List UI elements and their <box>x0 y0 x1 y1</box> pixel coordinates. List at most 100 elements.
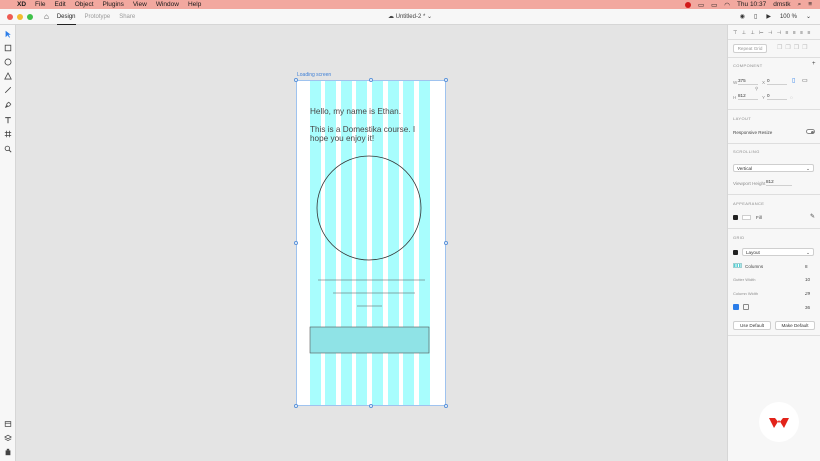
scroll-type-select[interactable]: Vertical ⌄ <box>733 164 814 172</box>
columns-label: Columns <box>745 264 764 269</box>
viewport-height-field[interactable]: 812 <box>766 178 792 186</box>
align-center-icon[interactable]: ⊣ <box>768 30 772 36</box>
align-top-icon[interactable]: ⊤ <box>733 30 737 36</box>
resize-handle-top[interactable] <box>369 78 373 82</box>
clock[interactable]: Thu 10:37 <box>737 1 766 8</box>
app-menu[interactable]: XD <box>17 1 26 8</box>
align-middle-icon[interactable]: ⊥ <box>742 30 746 36</box>
use-default-button[interactable]: Use Default <box>733 321 771 330</box>
resize-handle-right[interactable] <box>444 241 448 245</box>
tab-prototype[interactable]: Prototype <box>85 9 111 25</box>
artboard-loading-screen[interactable]: Hello, my name is Ethan. This is a Domes… <box>296 80 446 406</box>
spotlight-icon[interactable]: ⌕ <box>798 1 802 9</box>
tab-share[interactable]: Share <box>119 9 135 25</box>
menu-help[interactable]: Help <box>188 1 201 8</box>
tab-design[interactable]: Design <box>56 9 76 25</box>
fill-swatch[interactable] <box>742 215 751 220</box>
resize-handle-left[interactable] <box>294 241 298 245</box>
layers-icon[interactable] <box>3 433 13 443</box>
rectangle-tool-icon[interactable] <box>3 43 13 53</box>
wifi-icon[interactable]: ◠ <box>724 1 730 9</box>
distribute-space-icon[interactable]: ≡ <box>800 30 803 36</box>
align-left-icon[interactable]: ⊢ <box>759 30 763 36</box>
close-window-button[interactable] <box>7 13 13 20</box>
minimize-window-button[interactable] <box>17 13 23 20</box>
add-component-icon[interactable]: + <box>812 61 816 67</box>
document-title[interactable]: Untitled-2 * <box>396 14 426 20</box>
text-tool-icon[interactable] <box>3 115 13 125</box>
rotate-icon[interactable]: ◌ <box>790 95 793 100</box>
linked-margins-icon[interactable] <box>733 304 739 310</box>
menu-edit[interactable]: Edit <box>55 1 66 8</box>
distribute-space-v-icon[interactable]: ≡ <box>807 30 810 36</box>
height-label: H <box>733 95 737 100</box>
zoom-chevron-icon[interactable]: ⌄ <box>806 13 811 20</box>
polygon-tool-icon[interactable] <box>3 71 13 81</box>
scrolling-section-title: SCROLLING <box>733 149 760 154</box>
assets-icon[interactable] <box>3 419 13 429</box>
column-width-value[interactable]: 29 <box>805 291 810 296</box>
user-icon[interactable]: ◉ <box>740 13 745 20</box>
zoom-window-button[interactable] <box>27 13 33 20</box>
columns-value[interactable]: 8 <box>805 264 808 269</box>
columns-icon <box>733 263 742 268</box>
mobile-preview-icon[interactable]: ▯ <box>754 13 757 20</box>
fill-checkbox[interactable] <box>733 215 738 220</box>
notification-icon[interactable]: ≡ <box>808 1 812 8</box>
plugins-icon[interactable] <box>3 447 13 457</box>
repeat-grid-button[interactable]: Repeat Grid <box>733 44 767 53</box>
menu-view[interactable]: View <box>133 1 147 8</box>
title-bar: ⌂ Design Prototype Share ☁ Untitled-2 * … <box>0 9 820 25</box>
chevron-down-icon[interactable]: ⌄ <box>427 14 432 20</box>
divider <box>728 143 820 144</box>
boolean-intersect-icon[interactable]: ❐ <box>794 44 799 51</box>
boolean-add-icon[interactable]: ❐ <box>777 44 782 51</box>
responsive-resize-toggle[interactable] <box>806 129 815 134</box>
resize-handle-top-right[interactable] <box>444 78 448 82</box>
menu-object[interactable]: Object <box>75 1 94 8</box>
tool-bar <box>0 25 16 461</box>
align-bottom-icon[interactable]: ⊥ <box>751 30 755 36</box>
x-field[interactable]: 0 <box>767 77 787 85</box>
distribute-h-icon[interactable]: ≡ <box>786 30 789 36</box>
menu-plugins[interactable]: Plugins <box>103 1 124 8</box>
gutter-width-value[interactable]: 10 <box>805 277 810 282</box>
make-default-button[interactable]: Make Default <box>775 321 815 330</box>
resize-handle-bottom-right[interactable] <box>444 404 448 408</box>
different-margins-icon[interactable] <box>743 304 749 310</box>
y-field[interactable]: 0 <box>767 92 787 100</box>
battery-icon[interactable]: ▭ <box>711 1 717 9</box>
portrait-icon[interactable]: ▯ <box>792 77 795 84</box>
screen-icon[interactable]: ▭ <box>698 1 704 9</box>
button-rectangle <box>309 326 430 354</box>
user-name[interactable]: dmstk <box>773 1 790 8</box>
distribute-v-icon[interactable]: ≡ <box>793 30 796 36</box>
artboard-title[interactable]: Loading screen <box>297 72 331 78</box>
boolean-exclude-icon[interactable]: ❐ <box>802 44 807 51</box>
resize-handle-top-left[interactable] <box>294 78 298 82</box>
line-tool-icon[interactable] <box>3 85 13 95</box>
eyedropper-icon[interactable]: ✎ <box>810 213 815 220</box>
boolean-subtract-icon[interactable]: ❐ <box>785 44 790 51</box>
play-icon[interactable]: ▶ <box>766 13 771 20</box>
pen-tool-icon[interactable] <box>3 100 13 110</box>
align-right-icon[interactable]: ⊣ <box>777 30 781 36</box>
menu-window[interactable]: Window <box>156 1 179 8</box>
height-field[interactable]: 812 <box>738 92 758 100</box>
divider <box>728 109 820 110</box>
width-field[interactable]: 375 <box>738 77 758 85</box>
zoom-level[interactable]: 100 % <box>780 14 797 20</box>
artboard-tool-icon[interactable] <box>3 129 13 139</box>
ellipse-tool-icon[interactable] <box>3 57 13 67</box>
menu-file[interactable]: File <box>35 1 45 8</box>
zoom-tool-icon[interactable] <box>3 144 13 154</box>
grid-checkbox[interactable] <box>733 250 738 255</box>
grid-type-select[interactable]: Layout ⌄ <box>742 248 814 256</box>
margin-value[interactable]: 36 <box>805 305 810 310</box>
select-tool-icon[interactable] <box>3 29 13 39</box>
resize-handle-bottom[interactable] <box>369 404 373 408</box>
resize-handle-bottom-left[interactable] <box>294 404 298 408</box>
home-icon[interactable]: ⌂ <box>44 12 49 21</box>
landscape-icon[interactable]: ▭ <box>802 77 808 84</box>
status-red-icon[interactable] <box>684 1 691 8</box>
